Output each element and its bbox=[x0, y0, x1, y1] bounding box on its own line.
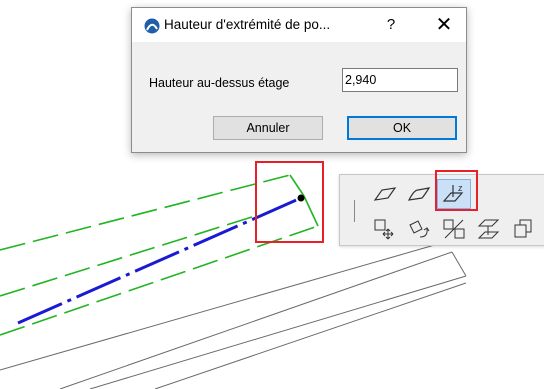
close-icon[interactable]: ✕ bbox=[424, 10, 464, 40]
dialog-title: Hauteur d'extrémité de po... bbox=[164, 17, 331, 32]
help-button[interactable]: ? bbox=[378, 12, 404, 38]
move-node-icon[interactable] bbox=[372, 217, 398, 241]
slope-plane-icon[interactable] bbox=[372, 182, 398, 206]
highlight-tool-box bbox=[435, 170, 478, 211]
palette-grip[interactable] bbox=[354, 200, 355, 222]
rotate-icon[interactable] bbox=[406, 217, 432, 241]
archicad-icon bbox=[144, 18, 160, 34]
height-input[interactable] bbox=[342, 68, 458, 92]
height-label: Hauteur au-dessus étage bbox=[149, 76, 290, 90]
elevation-dialog: Hauteur d'extrémité de po... ? ✕ Hauteur… bbox=[131, 7, 467, 153]
ok-button[interactable]: OK bbox=[347, 116, 457, 140]
offset-edges-icon[interactable] bbox=[441, 217, 467, 241]
copy-icon[interactable] bbox=[510, 217, 536, 241]
elevate-icon[interactable] bbox=[476, 217, 502, 241]
curved-plane-icon[interactable] bbox=[406, 182, 432, 206]
highlight-endpoint-box bbox=[255, 161, 324, 243]
slab-outline bbox=[0, 239, 467, 389]
cancel-button[interactable]: Annuler bbox=[213, 116, 323, 140]
dialog-titlebar[interactable]: Hauteur d'extrémité de po... ? ✕ bbox=[132, 8, 466, 42]
